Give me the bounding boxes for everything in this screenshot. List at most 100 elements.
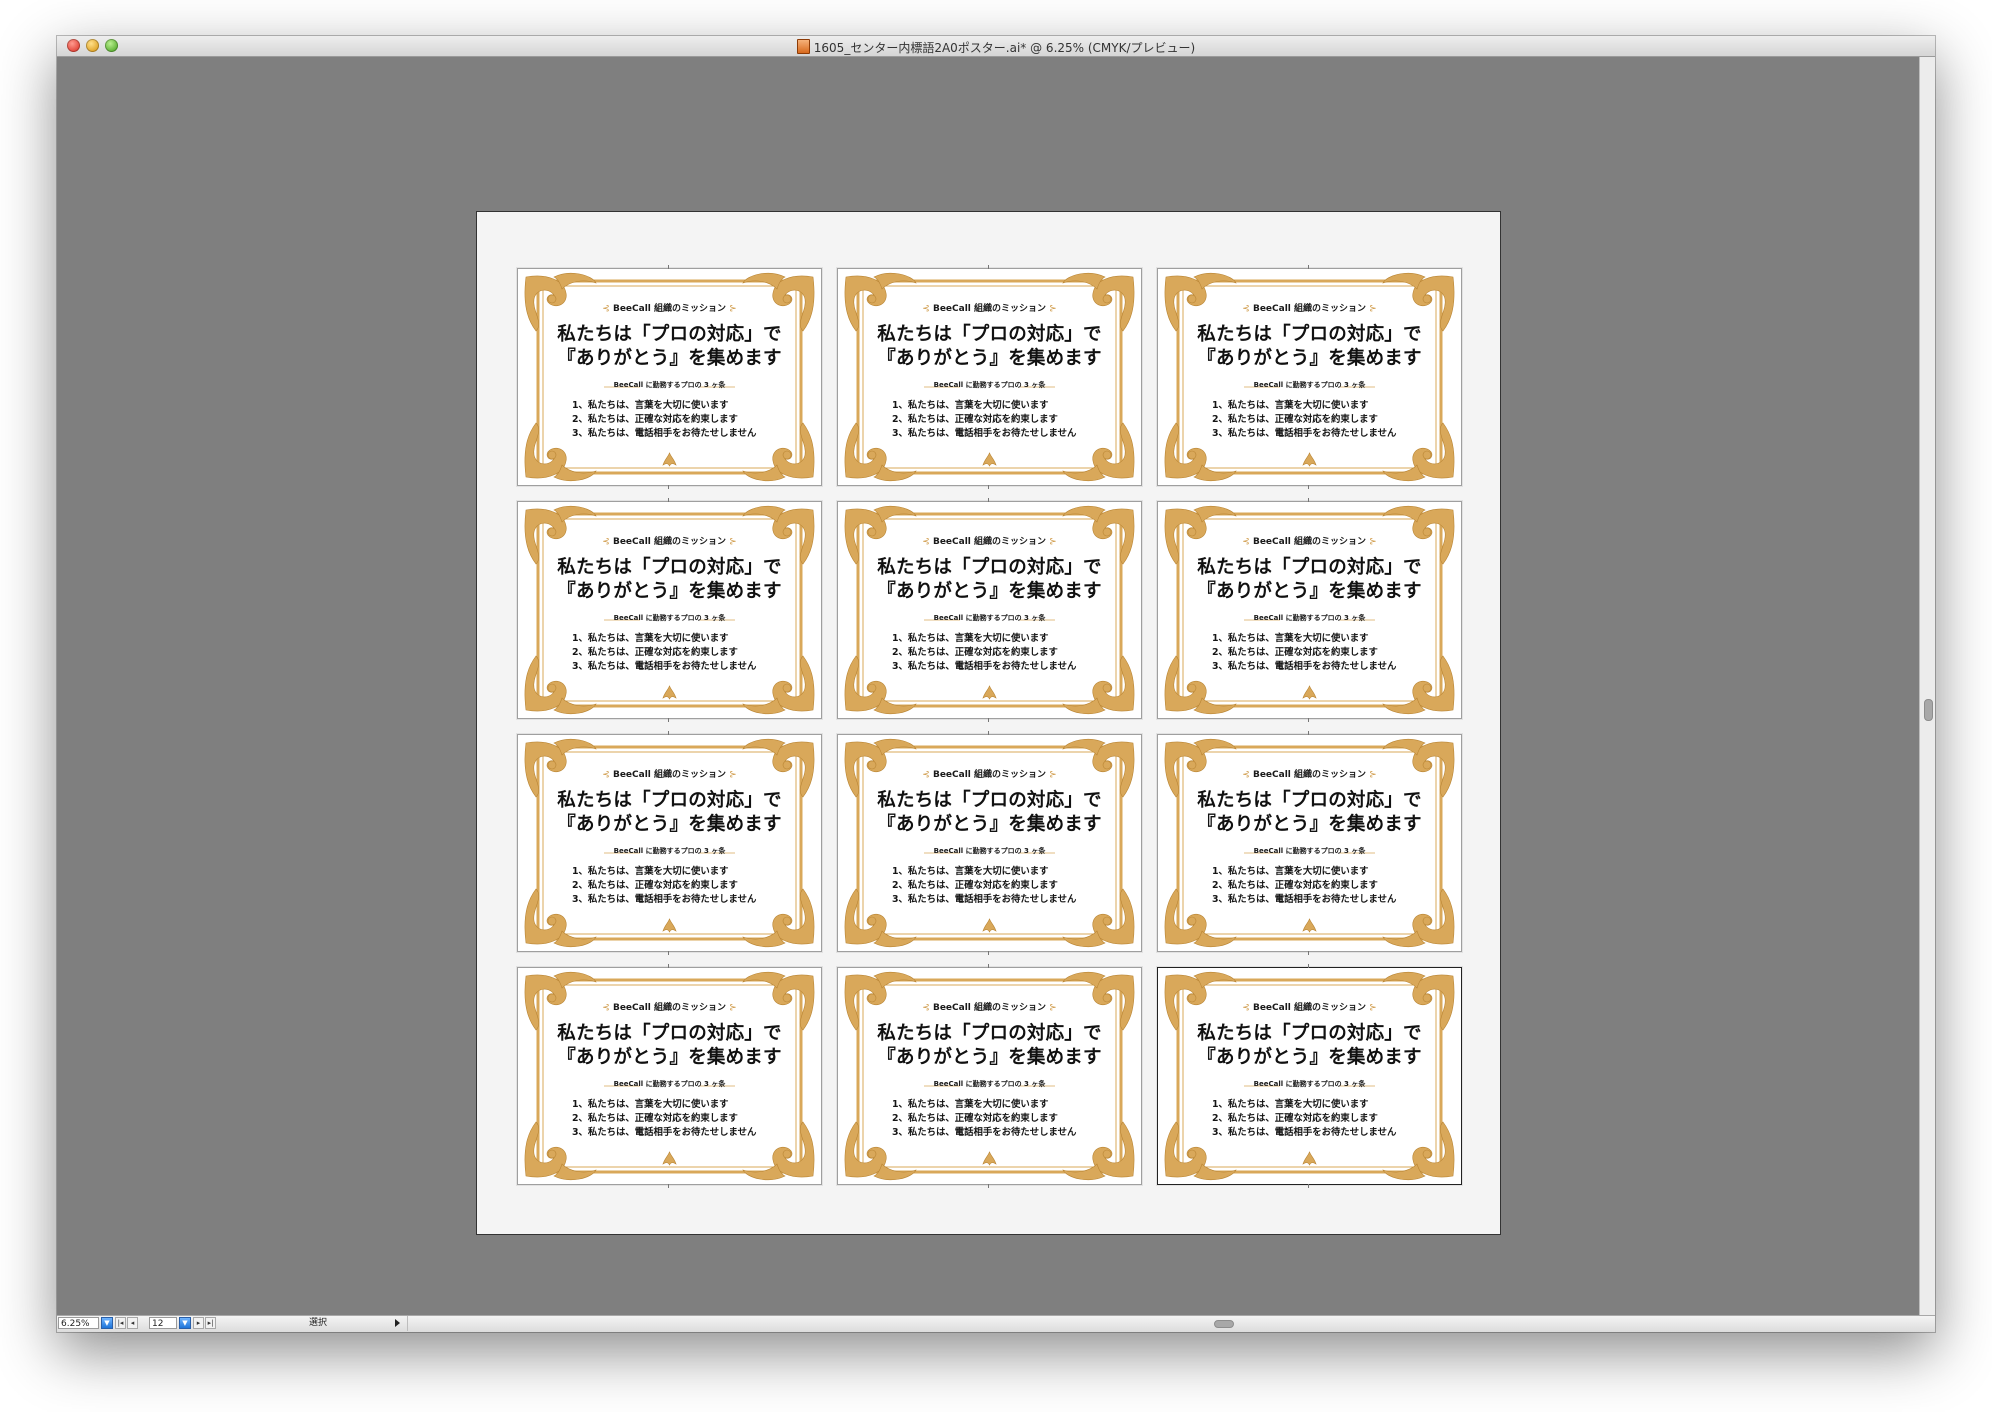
mission-title: ⊰ BeeCall 組織のミッション ⊱ (518, 767, 821, 780)
ornament-right-icon: ⊱ (1369, 1003, 1377, 1013)
zoom-dropdown-button[interactable]: ▼ (101, 1317, 113, 1329)
rule-item: 2、私たちは、正確な対応を約束します (572, 647, 738, 658)
rule-item: 3、私たちは、電話相手をお待たせしません (572, 1127, 757, 1138)
ornament-left-icon: ⊰ (1242, 1003, 1250, 1013)
vertical-scroll-thumb[interactable] (1924, 699, 1933, 721)
headline: 私たちは「プロの対応」で 『ありがとう』を集めます (1158, 323, 1461, 371)
headline: 私たちは「プロの対応」で 『ありがとう』を集めます (518, 323, 821, 371)
headline-line-1: 私たちは「プロの対応」で (1197, 324, 1422, 345)
rules-list: 1、私たちは、言葉を大切に使います 2、私たちは、正確な対応を約束します 3、私… (572, 399, 756, 441)
rules-list: 1、私たちは、言葉を大切に使います 2、私たちは、正確な対応を約束します 3、私… (892, 865, 1076, 907)
vertical-scrollbar[interactable] (1919, 57, 1935, 1316)
poster-card[interactable]: ⊰ BeeCall 組織のミッション ⊱ 私たちは「プロの対応」で 『ありがとう… (517, 265, 822, 489)
artboard-dropdown-button[interactable]: ▼ (179, 1317, 191, 1329)
rules-list: 1、私たちは、言葉を大切に使います 2、私たちは、正確な対応を約束します 3、私… (892, 1098, 1076, 1140)
poster-card[interactable]: ⊰ BeeCall 組織のミッション ⊱ 私たちは「プロの対応」で 『ありがとう… (837, 964, 1142, 1188)
card-text-block: ⊰ BeeCall 組織のミッション ⊱ 私たちは「プロの対応」で 『ありがとう… (518, 735, 821, 951)
rules-list: 1、私たちは、言葉を大切に使います 2、私たちは、正確な対応を約束します 3、私… (1212, 865, 1396, 907)
ornament-left-icon: ⊰ (922, 537, 930, 547)
headline-line-1: 私たちは「プロの対応」で (877, 557, 1102, 578)
headline-line-1: 私たちは「プロの対応」で (557, 790, 782, 811)
mission-title: ⊰ BeeCall 組織のミッション ⊱ (1158, 767, 1461, 780)
poster-card[interactable]: ⊰ BeeCall 組織のミッション ⊱ 私たちは「プロの対応」で 『ありがとう… (517, 498, 822, 722)
mission-title: ⊰ BeeCall 組織のミッション ⊱ (838, 301, 1141, 314)
mission-text: BeeCall 組織のミッション (932, 770, 1047, 780)
ornament-right-icon: ⊱ (729, 304, 737, 314)
ornament-right-icon: ⊱ (729, 537, 737, 547)
poster-card[interactable]: ⊰ BeeCall 組織のミッション ⊱ 私たちは「プロの対応」で 『ありがとう… (517, 964, 822, 1188)
rule-item: 2、私たちは、正確な対応を約束します (1212, 647, 1378, 658)
rule-item: 3、私たちは、電話相手をお待たせしません (892, 894, 1077, 905)
mission-text: BeeCall 組織のミッション (932, 1003, 1047, 1013)
card-text-block: ⊰ BeeCall 組織のミッション ⊱ 私たちは「プロの対応」で 『ありがとう… (838, 502, 1141, 718)
rule-item: 1、私たちは、言葉を大切に使います (892, 866, 1049, 877)
poster-card[interactable]: ⊰ BeeCall 組織のミッション ⊱ 私たちは「プロの対応」で 『ありがとう… (1157, 265, 1462, 489)
poster-card[interactable]: ⊰ BeeCall 組織のミッション ⊱ 私たちは「プロの対応」で 『ありがとう… (837, 265, 1142, 489)
rule-item: 1、私たちは、言葉を大切に使います (572, 866, 729, 877)
status-menu-label[interactable]: 選択 (227, 1317, 402, 1329)
ornament-left-icon: ⊰ (1242, 770, 1250, 780)
title-bar[interactable]: 1605_センター内標語2A0ポスター.ai* @ 6.25% (CMYK/プレ… (57, 36, 1935, 57)
crop-mark (1308, 718, 1309, 722)
previous-artboard-button[interactable]: ◂ (127, 1317, 138, 1329)
mission-text: BeeCall 組織のミッション (1252, 1003, 1367, 1013)
card-text-block: ⊰ BeeCall 組織のミッション ⊱ 私たちは「プロの対応」で 『ありがとう… (1158, 735, 1461, 951)
rule-item: 1、私たちは、言葉を大切に使います (1212, 400, 1369, 411)
rules-subheading: BeeCall に勤務するプロの 3 ヶ条 (933, 847, 1046, 855)
headline-line-1: 私たちは「プロの対応」で (557, 1023, 782, 1044)
first-artboard-button[interactable]: |◂ (115, 1317, 126, 1329)
mission-text: BeeCall 組織のミッション (612, 304, 727, 314)
ornament-left-icon: ⊰ (602, 1003, 610, 1013)
ornament-right-icon: ⊱ (729, 1003, 737, 1013)
rule-item: 1、私たちは、言葉を大切に使います (572, 400, 729, 411)
headline-line-2: 『ありがとう』を集めます (877, 814, 1102, 835)
artboard[interactable]: ⊰ BeeCall 組織のミッション ⊱ 私たちは「プロの対応」で 『ありがとう… (476, 211, 1501, 1235)
poster-card[interactable]: ⊰ BeeCall 組織のミッション ⊱ 私たちは「プロの対応」で 『ありがとう… (837, 498, 1142, 722)
mission-title: ⊰ BeeCall 組織のミッション ⊱ (838, 1000, 1141, 1013)
last-artboard-button[interactable]: ▸| (205, 1317, 216, 1329)
rule-item: 1、私たちは、言葉を大切に使います (572, 633, 729, 644)
rule-item: 1、私たちは、言葉を大切に使います (1212, 633, 1369, 644)
rules-subheading: BeeCall に勤務するプロの 3 ヶ条 (1253, 381, 1366, 389)
horizontal-scroll-thumb[interactable] (1214, 1320, 1234, 1328)
mission-text: BeeCall 組織のミッション (612, 537, 727, 547)
headline-line-2: 『ありがとう』を集めます (877, 1047, 1102, 1068)
mission-title: ⊰ BeeCall 組織のミッション ⊱ (838, 767, 1141, 780)
crop-mark (668, 951, 669, 955)
poster-card[interactable]: ⊰ BeeCall 組織のミッション ⊱ 私たちは「プロの対応」で 『ありがとう… (517, 731, 822, 955)
document-canvas[interactable]: ⊰ BeeCall 組織のミッション ⊱ 私たちは「プロの対応」で 『ありがとう… (57, 57, 1920, 1316)
ornament-right-icon: ⊱ (729, 770, 737, 780)
crop-mark (1308, 951, 1309, 955)
rule-item: 3、私たちは、電話相手をお待たせしません (572, 894, 757, 905)
zoom-level-field[interactable]: 6.25% (58, 1317, 99, 1329)
ornament-left-icon: ⊰ (602, 304, 610, 314)
crop-mark (988, 485, 989, 489)
poster-card[interactable]: ⊰ BeeCall 組織のミッション ⊱ 私たちは「プロの対応」で 『ありがとう… (1157, 498, 1462, 722)
ornament-right-icon: ⊱ (1049, 770, 1057, 780)
headline: 私たちは「プロの対応」で 『ありがとう』を集めます (838, 1022, 1141, 1070)
next-artboard-button[interactable]: ▸ (193, 1317, 204, 1329)
rule-item: 1、私たちは、言葉を大切に使います (892, 1099, 1049, 1110)
rules-subheading: BeeCall に勤務するプロの 3 ヶ条 (1253, 1080, 1366, 1088)
headline: 私たちは「プロの対応」で 『ありがとう』を集めます (1158, 789, 1461, 837)
horizontal-scrollbar[interactable] (407, 1316, 1920, 1331)
rule-item: 2、私たちは、正確な対応を約束します (572, 880, 738, 891)
poster-card[interactable]: ⊰ BeeCall 組織のミッション ⊱ 私たちは「プロの対応」で 『ありがとう… (1157, 964, 1462, 1188)
card-text-block: ⊰ BeeCall 組織のミッション ⊱ 私たちは「プロの対応」で 『ありがとう… (1158, 968, 1461, 1184)
poster-card[interactable]: ⊰ BeeCall 組織のミッション ⊱ 私たちは「プロの対応」で 『ありがとう… (1157, 731, 1462, 955)
rule-item: 3、私たちは、電話相手をお待たせしません (572, 661, 757, 672)
mission-title: ⊰ BeeCall 組織のミッション ⊱ (838, 534, 1141, 547)
rule-item: 1、私たちは、言葉を大切に使います (1212, 866, 1369, 877)
status-menu-arrow-icon[interactable] (395, 1319, 400, 1327)
ornament-right-icon: ⊱ (1369, 537, 1377, 547)
status-bar: 6.25% ▼ |◂ ◂ 12 ▼ ▸ ▸| 選択 (57, 1315, 1935, 1332)
rules-list: 1、私たちは、言葉を大切に使います 2、私たちは、正確な対応を約束します 3、私… (892, 399, 1076, 441)
rule-item: 2、私たちは、正確な対応を約束します (1212, 1113, 1378, 1124)
crop-mark (1308, 1184, 1309, 1188)
ornament-left-icon: ⊰ (602, 537, 610, 547)
rule-item: 2、私たちは、正確な対応を約束します (1212, 414, 1378, 425)
artboard-number-field[interactable]: 12 (149, 1317, 177, 1329)
poster-card[interactable]: ⊰ BeeCall 組織のミッション ⊱ 私たちは「プロの対応」で 『ありがとう… (837, 731, 1142, 955)
ornament-left-icon: ⊰ (922, 1003, 930, 1013)
ornament-right-icon: ⊱ (1369, 304, 1377, 314)
